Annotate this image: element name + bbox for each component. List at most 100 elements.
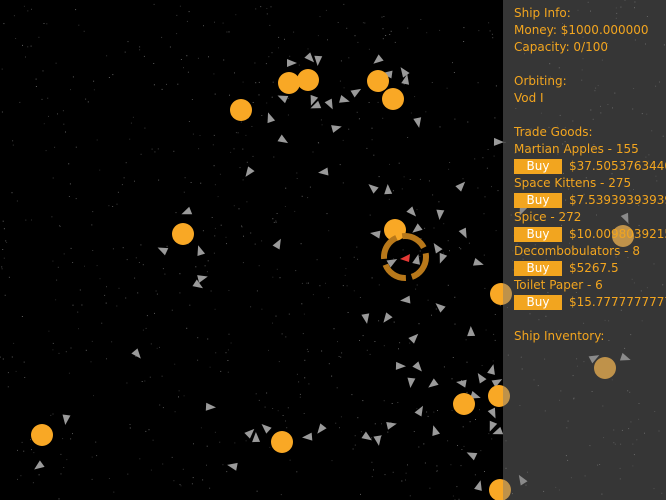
- star: [214, 235, 216, 237]
- star: [70, 89, 71, 91]
- star: [213, 134, 215, 136]
- star: [23, 361, 25, 363]
- star: [141, 381, 143, 382]
- planet[interactable]: [367, 70, 389, 92]
- star: [58, 352, 60, 354]
- star: [245, 134, 247, 136]
- star: [382, 28, 384, 30]
- planet[interactable]: [230, 99, 252, 121]
- star: [425, 111, 427, 113]
- star: [83, 30, 85, 32]
- trade-good-row: Buy $5267.5: [514, 260, 666, 277]
- star: [52, 260, 54, 262]
- star: [486, 167, 488, 169]
- star: [371, 437, 373, 439]
- star: [483, 213, 485, 215]
- star: [225, 352, 227, 354]
- planet[interactable]: [31, 424, 53, 446]
- buy-button[interactable]: Buy: [514, 295, 562, 310]
- star: [431, 82, 433, 83]
- star: [371, 139, 373, 141]
- star: [340, 356, 342, 358]
- star: [155, 290, 157, 292]
- star: [108, 77, 110, 78]
- star: [331, 460, 333, 462]
- star: [105, 302, 107, 304]
- star: [35, 78, 37, 80]
- star: [19, 101, 21, 103]
- star: [62, 110, 64, 112]
- planet[interactable]: [271, 431, 293, 453]
- star: [43, 23, 45, 24]
- star: [266, 8, 268, 9]
- star: [96, 139, 98, 141]
- star: [213, 252, 215, 254]
- buy-button[interactable]: Buy: [514, 159, 562, 174]
- star: [271, 96, 273, 98]
- star: [219, 441, 221, 443]
- star: [481, 365, 483, 366]
- star: [59, 225, 61, 226]
- star: [306, 282, 308, 284]
- star: [369, 353, 371, 355]
- star: [42, 70, 44, 72]
- star: [220, 370, 222, 372]
- star: [398, 162, 400, 164]
- star: [70, 438, 72, 440]
- star: [179, 5, 181, 7]
- star: [195, 266, 197, 268]
- star: [183, 67, 184, 69]
- star: [466, 391, 468, 393]
- trade-good-row: Buy $7.5393939393939: [514, 192, 666, 209]
- star: [214, 431, 216, 433]
- star: [99, 169, 101, 171]
- star: [68, 196, 70, 197]
- star: [228, 333, 230, 335]
- star: [220, 224, 222, 226]
- buy-button[interactable]: Buy: [514, 193, 562, 208]
- trade-good-row: Buy $10.0098039215686: [514, 226, 666, 243]
- planet[interactable]: [297, 69, 319, 91]
- buy-button[interactable]: Buy: [514, 261, 562, 276]
- star: [321, 350, 323, 352]
- star: [180, 485, 182, 487]
- star: [91, 224, 93, 226]
- star: [4, 294, 6, 296]
- star: [179, 484, 181, 486]
- star: [304, 359, 306, 361]
- star: [96, 265, 98, 267]
- star: [331, 375, 333, 377]
- star: [106, 358, 107, 360]
- star: [85, 98, 87, 100]
- planet[interactable]: [172, 223, 194, 245]
- star: [419, 178, 421, 180]
- star: [269, 24, 271, 26]
- star: [477, 82, 479, 84]
- trade-good-name: Martian Apples - 155: [514, 142, 639, 156]
- star: [90, 361, 92, 363]
- star: [450, 464, 452, 466]
- star: [269, 446, 271, 448]
- star: [319, 285, 321, 287]
- star: [176, 33, 178, 35]
- star: [149, 376, 151, 378]
- star: [200, 182, 202, 184]
- planet[interactable]: [278, 72, 300, 94]
- ship-info-heading: Ship Info:: [514, 6, 571, 20]
- star: [436, 465, 438, 467]
- planet[interactable]: [382, 88, 404, 110]
- star: [214, 308, 216, 310]
- star: [112, 74, 114, 76]
- star: [296, 373, 298, 375]
- trade-good-price: $5267.5: [569, 261, 619, 275]
- planet[interactable]: [453, 393, 475, 415]
- star: [35, 86, 37, 87]
- buy-button[interactable]: Buy: [514, 227, 562, 242]
- star: [208, 56, 209, 58]
- star: [206, 271, 208, 273]
- star: [275, 220, 277, 222]
- star: [258, 81, 260, 83]
- star: [117, 191, 119, 193]
- star: [108, 478, 110, 479]
- star: [57, 113, 58, 115]
